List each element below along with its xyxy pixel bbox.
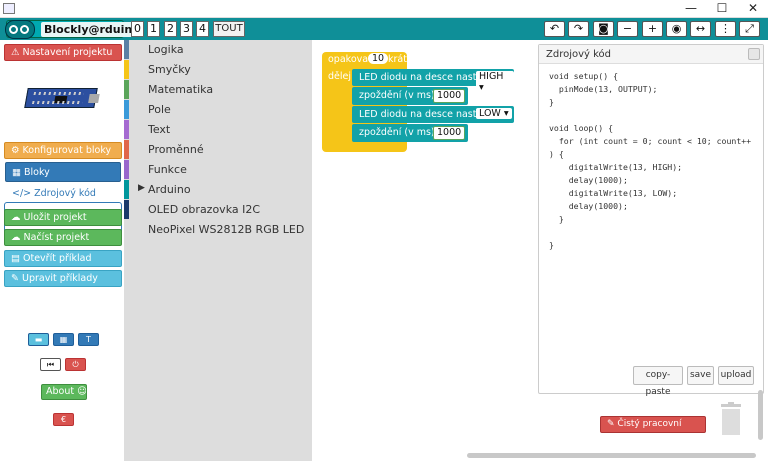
category-loops[interactable]: Smyčky [124, 60, 312, 80]
expand-icon[interactable]: ⤢ [739, 21, 760, 37]
save-project-label: Uložit projekt [23, 212, 87, 223]
maximize-button[interactable]: ☐ [707, 0, 737, 18]
load-project-label: Načíst projekt [23, 232, 90, 243]
minimize-button[interactable]: — [676, 0, 706, 18]
workspace-horizontal-scrollbar[interactable] [467, 453, 756, 458]
level-1-button[interactable]: 1 [147, 21, 160, 37]
copy-paste-button[interactable]: copy-paste [633, 366, 683, 397]
delay-label: zpoždění (v ms) [359, 90, 435, 101]
text-size-icon[interactable]: T [78, 333, 99, 346]
app-icon [3, 3, 15, 14]
tab-source-code-label: Zdrojový kód [34, 188, 96, 199]
edit-examples-label: Upravit příklady [21, 273, 98, 284]
app-title: Blockly@rduino [41, 22, 143, 37]
upload-button[interactable]: upload [718, 366, 754, 385]
about-label: About [46, 386, 75, 397]
repeat-label: opakovat [328, 54, 372, 65]
edit-examples-button[interactable]: ✎ Upravit příklady [4, 270, 122, 287]
level-4-button[interactable]: 4 [196, 21, 209, 37]
category-oled[interactable]: OLED obrazovka I2C [124, 200, 312, 220]
repeat-times-label: krát [388, 54, 407, 65]
level-0-button[interactable]: 0 [131, 21, 144, 37]
category-neopixel[interactable]: NeoPixel WS2812B RGB LED [124, 220, 312, 240]
led-state-dropdown[interactable]: HIGH ▾ [476, 71, 514, 93]
arrows-horizontal-icon[interactable]: ↔ [690, 21, 711, 37]
save-code-button[interactable]: save [687, 366, 714, 385]
zoom-out-icon[interactable]: − [617, 21, 638, 37]
power-icon[interactable]: ⏻ [65, 358, 86, 371]
close-panel-button[interactable] [748, 48, 760, 60]
undo-icon[interactable]: ↶ [544, 21, 565, 37]
folder-icon[interactable]: ▬ [28, 333, 49, 346]
category-arduino[interactable]: ▶ Arduino [124, 180, 312, 200]
open-example-button[interactable]: ▤ Otevřít příklad [4, 250, 122, 267]
tab-blocks[interactable]: ▦ Bloky [5, 162, 121, 182]
source-code-title: Zdrojový kód [539, 45, 763, 64]
category-text[interactable]: Text [124, 120, 312, 140]
repeat-count-field[interactable]: 10 [368, 53, 389, 64]
category-math[interactable]: Matematika [124, 80, 312, 100]
configure-blocks-label: Konfigurovat bloky [22, 145, 112, 156]
trash-icon[interactable] [719, 402, 743, 436]
level-2-button[interactable]: 2 [164, 21, 177, 37]
led-state-value: HIGH [479, 71, 504, 82]
camera-icon[interactable]: ◙ [593, 21, 614, 37]
configure-blocks-button[interactable]: ⚙ Konfigurovat bloky [4, 142, 122, 159]
expand-arrow-icon: ▶ [138, 183, 145, 193]
euro-button[interactable]: € [53, 413, 74, 426]
category-variables[interactable]: Proměnné [124, 140, 312, 160]
arduino-logo-icon [5, 20, 35, 39]
left-panel: ⚠ Nastavení projektu ⚙ Konfigurovat blok… [0, 40, 124, 461]
project-settings-button[interactable]: ⚠ Nastavení projektu [4, 44, 122, 61]
led-label: LED diodu na desce nastavit [359, 72, 495, 83]
window-titlebar: — ☐ ✕ [0, 0, 768, 18]
category-arrays[interactable]: Pole [124, 100, 312, 120]
about-button[interactable]: About ☺ [41, 384, 87, 400]
tab-blocks-label: Bloky [24, 167, 50, 178]
level-3-button[interactable]: 3 [180, 21, 193, 37]
source-code-text[interactable]: void setup() { pinMode(13, OUTPUT); } vo… [549, 70, 751, 252]
step-back-icon[interactable]: ⏮ [40, 358, 61, 371]
load-project-button[interactable]: ☁ Načíst projekt [4, 229, 122, 246]
category-logic[interactable]: Logika [124, 40, 312, 60]
delay-block-1[interactable]: zpoždění (v ms) 1000 [352, 87, 468, 105]
led-label: LED diodu na desce nastavit [359, 109, 495, 120]
source-code-panel: Zdrojový kód void setup() { pinMode(13, … [538, 44, 764, 397]
category-toolbox: Logika Smyčky Matematika Pole Text Promě… [124, 40, 312, 461]
category-functions[interactable]: Funkce [124, 160, 312, 180]
clear-workspace-button[interactable]: ✎ Čistý pracovní prostor [600, 416, 706, 444]
arduino-board-image [24, 88, 100, 108]
led-state-dropdown[interactable]: LOW ▾ [476, 108, 512, 119]
led-low-block[interactable]: LED diodu na desce nastavit LOW ▾ [352, 106, 514, 123]
open-example-label: Otevřít příklad [23, 253, 92, 264]
close-window-button[interactable]: ✕ [738, 0, 768, 18]
do-label: dělej [328, 71, 351, 82]
top-toolbar: Blockly@rduino 0 1 2 3 4 TOUT ↶ ↷ ◙ − + … [0, 18, 768, 40]
grid-icon[interactable]: ▦ [53, 333, 74, 346]
redo-icon[interactable]: ↷ [568, 21, 589, 37]
delay-value-field[interactable]: 1000 [433, 126, 466, 140]
led-state-value: LOW [479, 108, 501, 119]
level-all-button[interactable]: TOUT [213, 21, 245, 37]
delay-label: zpoždění (v ms) [359, 127, 435, 138]
save-project-button[interactable]: ☁ Uložit projekt [4, 209, 122, 226]
delay-value-field[interactable]: 1000 [433, 89, 466, 103]
led-high-block[interactable]: LED diodu na desce nastavit HIGH ▾ [352, 69, 514, 93]
delay-block-2[interactable]: zpoždění (v ms) 1000 [352, 124, 468, 142]
more-icon[interactable]: ⋮ [715, 21, 736, 37]
zoom-in-icon[interactable]: + [642, 21, 663, 37]
workspace-vertical-scrollbar[interactable] [758, 390, 763, 440]
tab-source-code[interactable]: </> Zdrojový kód [12, 188, 96, 199]
eye-icon[interactable]: ◉ [666, 21, 687, 37]
app-logo: Blockly@rduino [5, 20, 143, 39]
project-settings-label: Nastavení projektu [22, 47, 113, 58]
